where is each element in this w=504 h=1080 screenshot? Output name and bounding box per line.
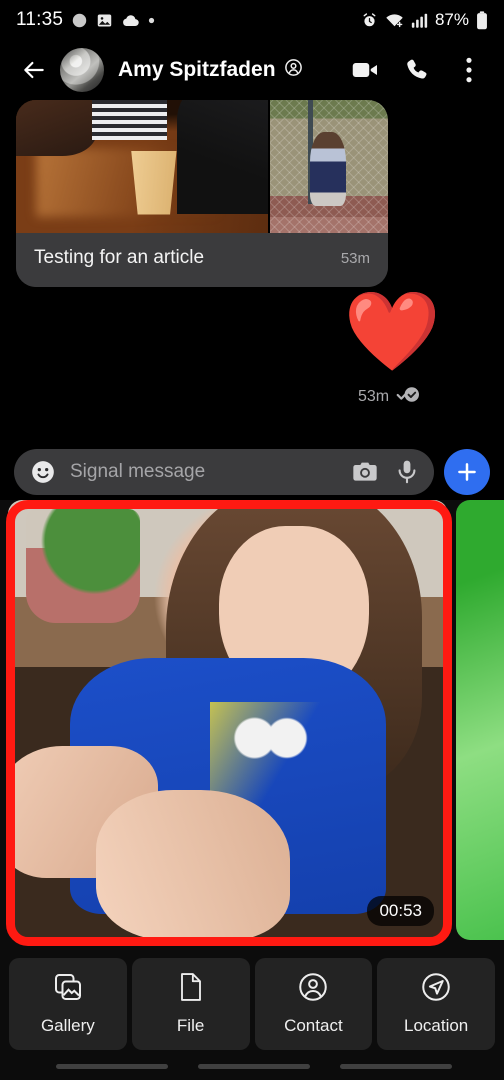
attachment-keyboard: 00:53 Gallery File Contact Location bbox=[0, 500, 504, 1080]
heart-emoji: ❤️ bbox=[343, 287, 441, 375]
battery-percentage: 87% bbox=[434, 10, 469, 29]
contact-name: Amy Spitzfaden bbox=[118, 58, 276, 81]
phone-call-icon[interactable] bbox=[400, 50, 434, 90]
message-timestamp: 53m bbox=[340, 249, 370, 267]
attachment-option-label: File bbox=[176, 1016, 205, 1035]
attachment-option-contact[interactable]: Contact bbox=[254, 958, 373, 1050]
image-icon bbox=[96, 12, 113, 29]
message-input-container[interactable]: Signal message bbox=[14, 449, 434, 495]
attachment-option-label: Contact bbox=[284, 1016, 343, 1035]
add-attachment-button[interactable] bbox=[444, 449, 490, 495]
incoming-message-bubble[interactable]: Testing for an article 53m bbox=[16, 100, 388, 287]
read-receipt-icon bbox=[396, 386, 420, 408]
outgoing-message[interactable]: ❤️ 53m bbox=[302, 292, 482, 408]
toolbar-actions bbox=[348, 50, 490, 90]
signal-chat-screen: 11:35 87% Amy Spitzfaden Testing for an … bbox=[0, 0, 504, 1080]
alarm-icon bbox=[361, 12, 378, 29]
attachment-option-file[interactable]: File bbox=[131, 958, 250, 1050]
message-caption-row: Testing for an article 53m bbox=[16, 233, 388, 287]
nav-back-indicator[interactable] bbox=[56, 1063, 168, 1069]
status-bar-clock: 11:35 bbox=[16, 9, 64, 30]
attachment-option-label: Location bbox=[403, 1016, 469, 1035]
compose-bar: Signal message bbox=[0, 446, 504, 498]
attachment-option-label: Gallery bbox=[40, 1016, 95, 1035]
battery-icon bbox=[476, 10, 488, 30]
location-icon bbox=[421, 972, 451, 1007]
wifi-icon bbox=[385, 12, 404, 29]
contact-badge-icon bbox=[284, 58, 303, 83]
video-call-icon[interactable] bbox=[348, 50, 382, 90]
conversation-toolbar: Amy Spitzfaden bbox=[0, 40, 504, 100]
cloud-icon bbox=[121, 12, 140, 29]
dot-icon bbox=[148, 17, 155, 24]
attachment-options-row: Gallery File Contact Location bbox=[0, 958, 504, 1050]
status-bar: 11:35 87% bbox=[0, 0, 504, 40]
back-arrow-icon[interactable] bbox=[14, 50, 54, 90]
message-timestamp: 53m bbox=[357, 388, 390, 405]
avatar[interactable] bbox=[60, 48, 104, 92]
attachment-option-gallery[interactable]: Gallery bbox=[9, 958, 127, 1050]
status-bar-left: 11:35 bbox=[16, 9, 155, 31]
message-caption: Testing for an article bbox=[34, 247, 205, 268]
attachment-option-location[interactable]: Location bbox=[377, 958, 495, 1050]
nav-home-indicator[interactable] bbox=[198, 1063, 310, 1069]
media-item[interactable] bbox=[456, 500, 504, 940]
video-thumbnail bbox=[8, 500, 448, 940]
conversation-messages: Testing for an article 53m ❤️ 53m bbox=[0, 100, 504, 440]
signal-app-icon bbox=[71, 12, 88, 29]
media-thumbnail-strip[interactable]: 00:53 bbox=[0, 500, 504, 952]
video-duration-badge: 00:53 bbox=[367, 896, 434, 926]
contact-name-header[interactable]: Amy Spitzfaden bbox=[118, 58, 303, 83]
overflow-menu-icon[interactable] bbox=[452, 50, 486, 90]
outgoing-message-meta: 53m bbox=[358, 386, 426, 408]
file-icon bbox=[177, 972, 205, 1007]
media-item-selected[interactable]: 00:53 bbox=[8, 500, 448, 940]
contact-icon bbox=[298, 972, 328, 1007]
message-input[interactable]: Signal message bbox=[70, 461, 338, 483]
cellular-signal-icon bbox=[411, 12, 428, 29]
camera-icon[interactable] bbox=[350, 457, 380, 487]
microphone-icon[interactable] bbox=[392, 457, 422, 487]
attachment-thumbnail[interactable] bbox=[16, 100, 268, 233]
nav-recents-indicator[interactable] bbox=[340, 1063, 452, 1069]
gallery-icon bbox=[53, 972, 83, 1007]
attachment-thumbnail[interactable] bbox=[270, 100, 388, 233]
status-bar-right: 87% bbox=[361, 10, 488, 30]
system-navigation-bar bbox=[0, 1052, 504, 1080]
emoji-smiley-icon[interactable] bbox=[28, 457, 58, 487]
message-attachment-grid bbox=[16, 100, 388, 233]
